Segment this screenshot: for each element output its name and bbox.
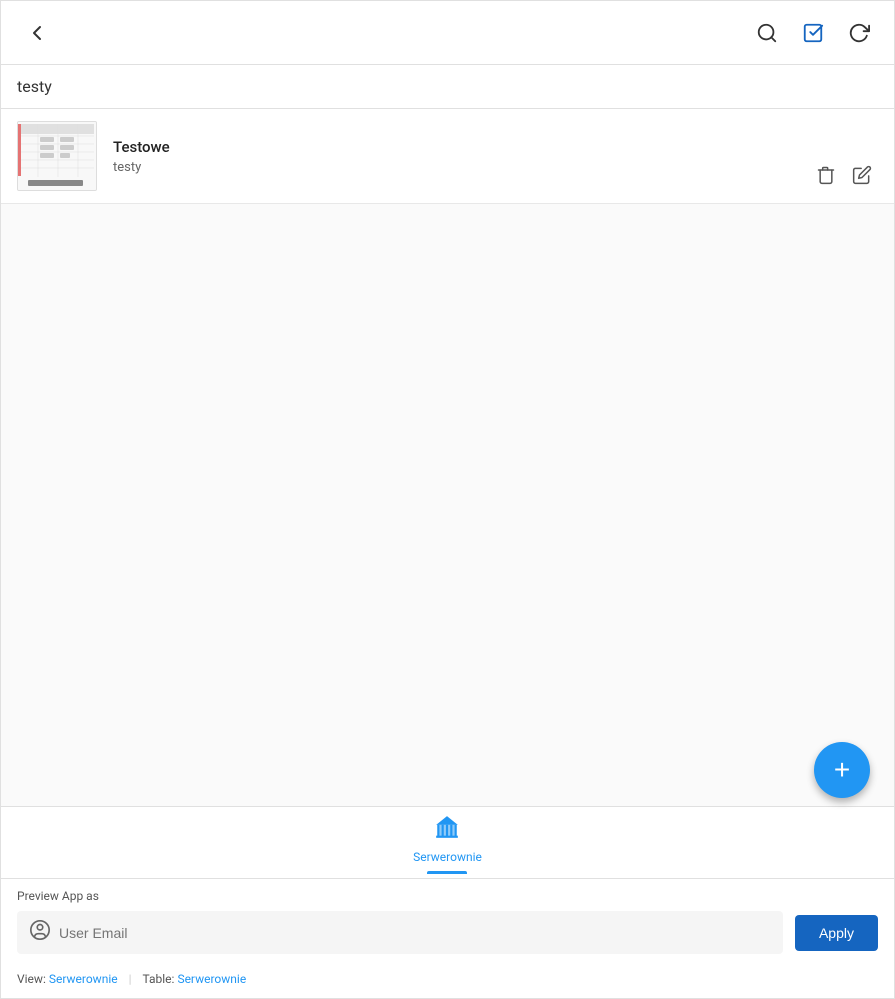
- search-button[interactable]: [748, 14, 786, 52]
- preview-input-row: Apply: [17, 911, 878, 954]
- user-email-input[interactable]: [59, 925, 771, 941]
- check-button[interactable]: [794, 14, 832, 52]
- search-icon: [756, 22, 778, 44]
- item-actions: [810, 159, 878, 191]
- table-label: Table:: [143, 972, 175, 986]
- header-left: [17, 13, 57, 53]
- nav-item-label: Serwerownie: [413, 850, 482, 864]
- edit-icon: [852, 165, 872, 185]
- item-title: Testowe: [113, 138, 878, 156]
- edit-button[interactable]: [846, 159, 878, 191]
- nav-item-serwerownie[interactable]: Serwerownie: [389, 806, 506, 872]
- back-button[interactable]: [17, 13, 57, 53]
- fab-plus-icon: +: [834, 754, 850, 786]
- check-square-icon: [802, 22, 824, 44]
- building-icon: [434, 814, 460, 846]
- header-actions: [748, 14, 878, 52]
- list-item: Testowe testy: [1, 109, 894, 204]
- fab-add-button[interactable]: +: [814, 742, 870, 798]
- item-thumbnail: [17, 121, 97, 191]
- apply-button[interactable]: Apply: [795, 915, 878, 951]
- page-title-bar: testy: [1, 65, 894, 109]
- user-circle-icon: [29, 919, 51, 946]
- bottom-nav: Serwerownie: [1, 806, 894, 878]
- item-subtitle: testy: [113, 160, 878, 175]
- preview-label: Preview App as: [17, 889, 878, 903]
- preview-input-wrapper: [17, 911, 783, 954]
- footer-links: View: Serwerownie | Table: Serwerownie: [1, 964, 894, 998]
- table-link[interactable]: Serwerownie: [177, 972, 246, 986]
- back-icon: [25, 21, 49, 45]
- page-title: testy: [17, 77, 878, 96]
- thumbnail-svg: [18, 122, 96, 190]
- main-content: Testowe testy: [1, 109, 894, 878]
- empty-area: [1, 204, 894, 806]
- nav-active-indicator: [427, 871, 467, 874]
- footer-separator: |: [129, 972, 135, 986]
- header: [1, 1, 894, 65]
- trash-icon: [816, 165, 836, 185]
- delete-button[interactable]: [810, 159, 842, 191]
- refresh-icon: [848, 22, 870, 44]
- refresh-button[interactable]: [840, 14, 878, 52]
- preview-bar: Preview App as Apply: [1, 878, 894, 964]
- app-container: testy: [0, 0, 895, 999]
- view-link[interactable]: Serwerownie: [49, 972, 118, 986]
- view-label: View:: [17, 972, 46, 986]
- item-info: Testowe testy: [113, 138, 878, 175]
